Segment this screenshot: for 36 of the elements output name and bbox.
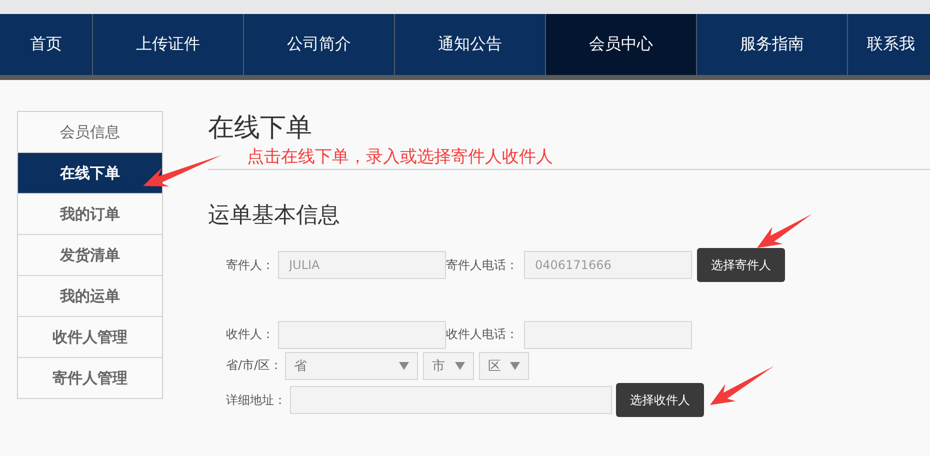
field-label: 寄件人： (226, 256, 275, 274)
input-field[interactable] (278, 320, 446, 348)
input-field[interactable] (290, 386, 612, 414)
nav-tab[interactable]: 服务指南 (697, 14, 848, 75)
field-label: 详细地址： (226, 392, 287, 408)
input-field[interactable] (524, 320, 692, 348)
dropdown-field[interactable]: 区 (479, 352, 529, 380)
sidebar-item[interactable]: 寄件人管理 (18, 357, 162, 398)
dropdown-field[interactable]: 市 (423, 352, 474, 380)
sidebar-item[interactable]: 我的运单 (18, 275, 162, 316)
caret-icon (510, 362, 520, 370)
section-title: 运单基本信息 (208, 202, 341, 230)
field-label: 寄件人电话： (446, 256, 519, 274)
nav-tab[interactable]: 联系我 (848, 14, 930, 75)
nav-tab[interactable]: 首页 (0, 14, 93, 75)
sidebar-item[interactable]: 发货清单 (18, 234, 162, 275)
field-label: 收件人： (226, 326, 275, 343)
annotation-text: 点击在线下单，录入或选择寄件人收件人 (247, 147, 553, 167)
sidebar-item[interactable]: 会员信息 (18, 112, 162, 152)
field-label: 收件人电话： (446, 326, 519, 343)
caret-icon (399, 362, 409, 370)
sidebar-item[interactable]: 我的订单 (18, 193, 162, 234)
select-sender-button[interactable]: 选择寄件人 (697, 248, 785, 282)
dropdown-field[interactable]: 省 (285, 352, 418, 380)
arrow-icon (143, 155, 222, 186)
nav-tab[interactable]: 公司简介 (244, 14, 395, 75)
nav-tab[interactable]: 会员中心 (546, 14, 697, 75)
sidebar-item[interactable]: 收件人管理 (18, 316, 162, 357)
caret-icon (455, 362, 465, 370)
arrow-icon (757, 214, 812, 248)
page-title: 在线下单 (208, 112, 313, 145)
arrow-icon (710, 366, 774, 405)
sidebar-item[interactable]: 在线下单 (18, 152, 162, 193)
nav-tab[interactable]: 上传证件 (93, 14, 244, 75)
field-label: 省/市/区： (226, 357, 284, 374)
select-recipient-button[interactable]: 选择收件人 (616, 383, 704, 417)
